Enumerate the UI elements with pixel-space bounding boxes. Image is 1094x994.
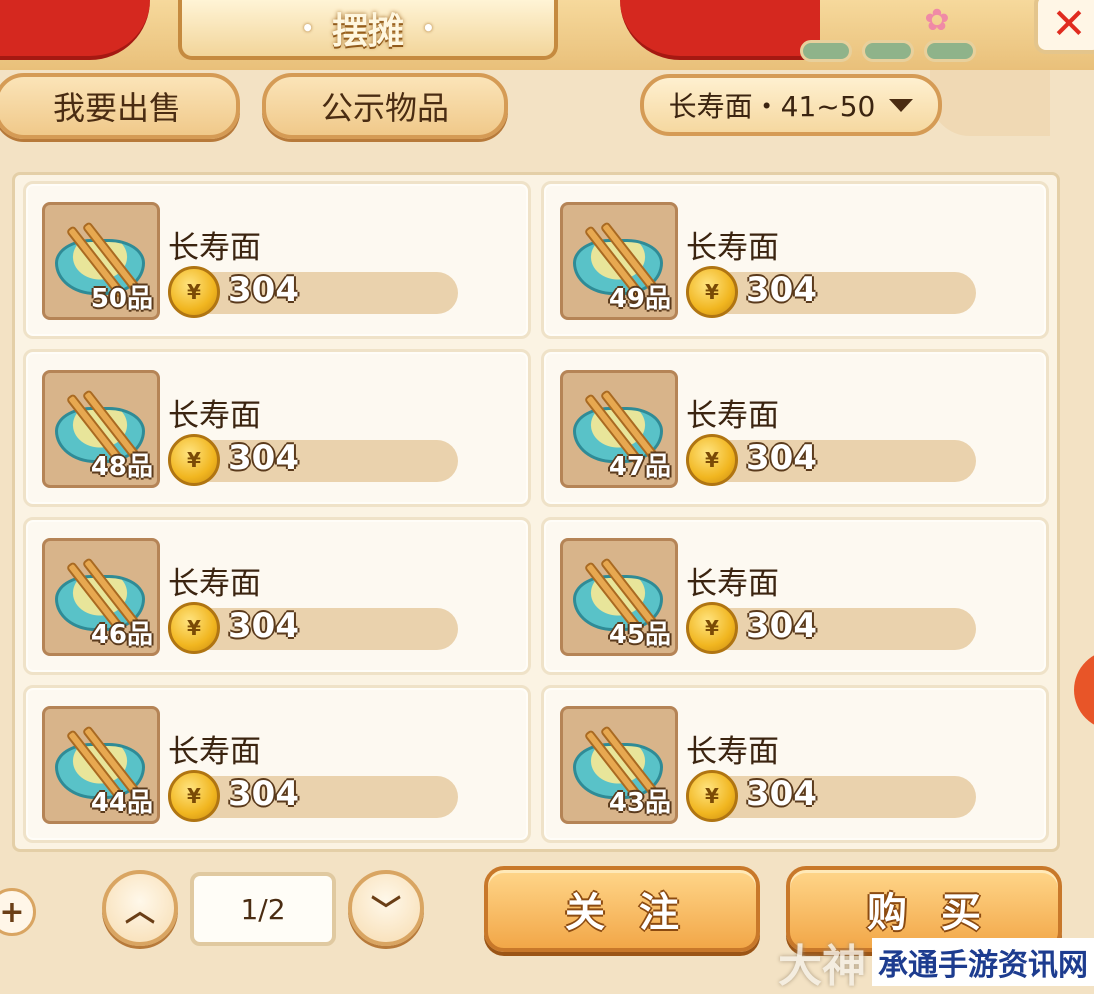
- currency-coin-icon: ¥: [686, 770, 738, 822]
- item-name: 长寿面: [686, 230, 779, 266]
- item-grade: 43品: [608, 788, 671, 818]
- peg: [862, 40, 914, 62]
- item-price: 304: [746, 270, 817, 310]
- item-price: 304: [228, 774, 299, 814]
- price-bar: ¥304: [168, 266, 458, 318]
- tab-public-items[interactable]: 公示物品: [262, 73, 508, 139]
- watermark: 大神 承通手游资讯网: [760, 930, 1094, 994]
- close-button[interactable]: ✕: [1034, 0, 1094, 54]
- page-down-button[interactable]: ﹀: [348, 870, 424, 946]
- flower-icon: ✿: [924, 2, 950, 38]
- close-icon: ✕: [1051, 0, 1087, 48]
- item-name: 长寿面: [686, 398, 779, 434]
- item-price: 304: [746, 606, 817, 646]
- item-price: 304: [746, 438, 817, 478]
- watermark-logo: 大神: [778, 941, 866, 992]
- item-name: 长寿面: [168, 566, 261, 602]
- chevron-down-icon: [889, 98, 914, 112]
- chevron-down-icon: ﹀: [371, 894, 401, 929]
- currency-coin-icon: ¥: [686, 434, 738, 486]
- longevity-noodle-bowl-icon: 47品: [560, 370, 678, 488]
- longevity-noodle-bowl-icon: 46品: [42, 538, 160, 656]
- filter-label: 长寿面・41~50: [668, 90, 876, 123]
- item-price: 304: [746, 774, 817, 814]
- item-price: 304: [228, 606, 299, 646]
- currency-coin-icon: ¥: [168, 602, 220, 654]
- tab-sell-label: 我要出售: [52, 89, 181, 127]
- item-card[interactable]: 44品 长寿面 ¥304: [23, 685, 531, 843]
- longevity-noodle-bowl-icon: 49品: [560, 202, 678, 320]
- item-grade: 46品: [90, 620, 153, 650]
- item-name: 长寿面: [168, 734, 261, 770]
- title-dot-right: •: [422, 16, 435, 40]
- longevity-noodle-bowl-icon: 50品: [42, 202, 160, 320]
- follow-button-label: 关注: [565, 890, 713, 936]
- item-card[interactable]: 43品 长寿面 ¥304: [541, 685, 1049, 843]
- price-bar: ¥304: [168, 602, 458, 654]
- page-title: 摆摊: [331, 11, 404, 52]
- item-price: 304: [228, 270, 299, 310]
- currency-coin-icon: ¥: [168, 770, 220, 822]
- item-card[interactable]: 45品 长寿面 ¥304: [541, 517, 1049, 675]
- price-bar: ¥304: [168, 770, 458, 822]
- currency-coin-icon: ¥: [686, 602, 738, 654]
- wooden-pegs-decoration: [800, 40, 976, 62]
- title-plaque: • 摆摊 •: [178, 0, 558, 60]
- item-filter-dropdown[interactable]: 长寿面・41~50: [640, 74, 942, 136]
- item-name: 长寿面: [686, 734, 779, 770]
- item-card[interactable]: 47品 长寿面 ¥304: [541, 349, 1049, 507]
- longevity-noodle-bowl-icon: 45品: [560, 538, 678, 656]
- item-name: 长寿面: [168, 230, 261, 266]
- tab-sell[interactable]: 我要出售: [0, 73, 240, 139]
- chevron-up-icon: ︿: [125, 894, 155, 929]
- longevity-noodle-bowl-icon: 43品: [560, 706, 678, 824]
- item-card[interactable]: 49品 长寿面 ¥304: [541, 181, 1049, 339]
- item-card[interactable]: 46品 长寿面 ¥304: [23, 517, 531, 675]
- item-name: 长寿面: [686, 566, 779, 602]
- follow-button[interactable]: 关注: [484, 866, 760, 952]
- item-grade: 47品: [608, 452, 671, 482]
- item-name: 长寿面: [168, 398, 261, 434]
- price-bar: ¥304: [686, 266, 976, 318]
- title-dot-left: •: [301, 16, 314, 40]
- peg: [924, 40, 976, 62]
- item-card[interactable]: 48品 长寿面 ¥304: [23, 349, 531, 507]
- item-grade: 49品: [608, 284, 671, 314]
- currency-coin-icon: ¥: [686, 266, 738, 318]
- add-button[interactable]: +: [0, 888, 36, 936]
- price-bar: ¥304: [686, 770, 976, 822]
- side-lantern-decoration: [1074, 650, 1094, 730]
- red-ribbon-right-decoration: [620, 0, 820, 60]
- longevity-noodle-bowl-icon: 44品: [42, 706, 160, 824]
- cloud-swirl-decoration: [930, 70, 1050, 136]
- watermark-site: 承通手游资讯网: [872, 938, 1094, 986]
- item-card[interactable]: 50品 长寿面 ¥304: [23, 181, 531, 339]
- price-bar: ¥304: [168, 434, 458, 486]
- item-price: 304: [228, 438, 299, 478]
- price-bar: ¥304: [686, 602, 976, 654]
- item-grade: 48品: [90, 452, 153, 482]
- currency-coin-icon: ¥: [168, 434, 220, 486]
- longevity-noodle-bowl-icon: 48品: [42, 370, 160, 488]
- page-indicator: 1/2: [190, 872, 336, 946]
- peg: [800, 40, 852, 62]
- item-grade: 50品: [90, 284, 153, 314]
- page-number: 1/2: [240, 892, 286, 926]
- item-grade: 44品: [90, 788, 153, 818]
- tab-public-items-label: 公示物品: [320, 89, 449, 127]
- item-grade: 45品: [608, 620, 671, 650]
- currency-coin-icon: ¥: [168, 266, 220, 318]
- stall-item-list: 50品 长寿面 ¥304 49品 长寿面 ¥304 48品 长寿面 ¥304 47品 长寿面 ¥304…: [12, 172, 1060, 852]
- page-up-button[interactable]: ︿: [102, 870, 178, 946]
- price-bar: ¥304: [686, 434, 976, 486]
- plus-icon: +: [0, 894, 25, 930]
